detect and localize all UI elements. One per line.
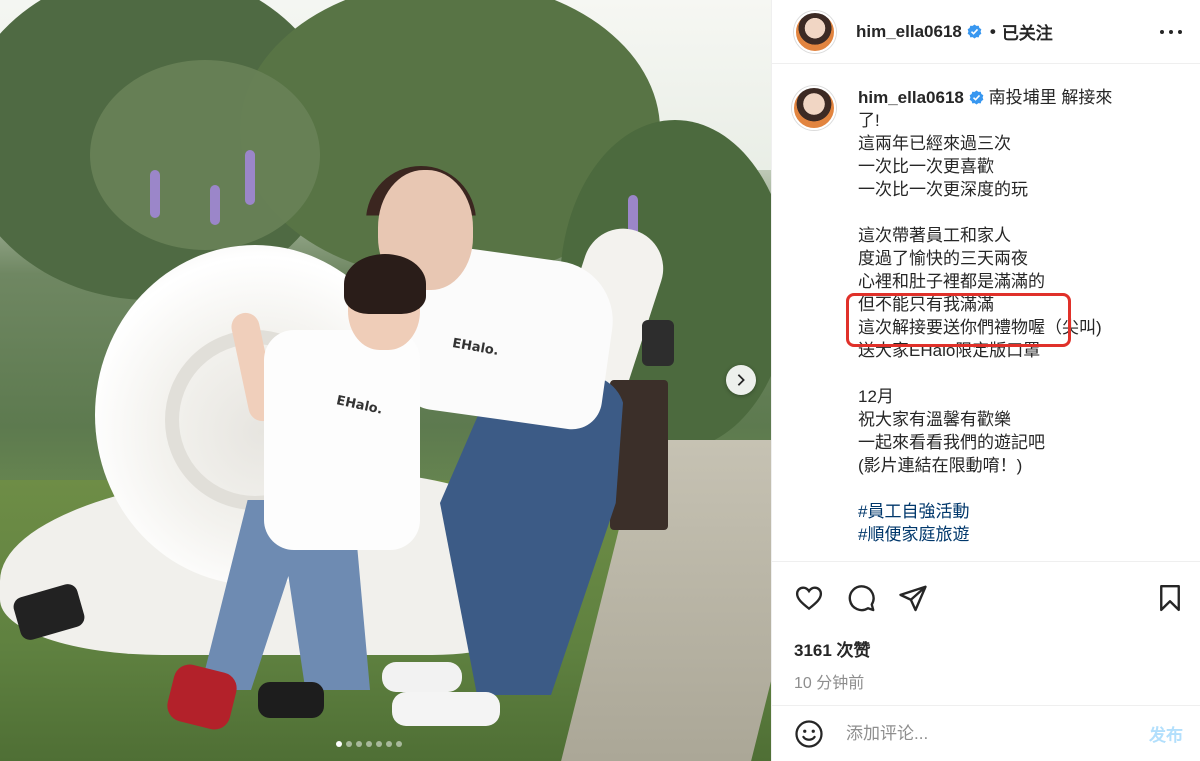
verified-badge-icon bbox=[967, 24, 982, 39]
caption-line: 了! bbox=[858, 111, 880, 130]
hashtag-link[interactable]: #順便家庭旅遊 bbox=[858, 523, 1158, 546]
carousel-indicator bbox=[336, 741, 402, 747]
carousel-dot bbox=[396, 741, 402, 747]
carousel-dot bbox=[356, 741, 362, 747]
verified-badge-icon bbox=[969, 90, 984, 105]
carousel-dot bbox=[386, 741, 392, 747]
avatar[interactable] bbox=[792, 86, 836, 130]
comment-icon[interactable] bbox=[846, 583, 876, 613]
kid-shoe bbox=[258, 682, 324, 718]
heart-icon[interactable] bbox=[794, 583, 824, 613]
hashtag-link[interactable]: #員工自強活動 bbox=[858, 500, 1158, 523]
caption-area: him_ella0618 南投埔里 解接來 了! 這兩年已經來過三次 一次比一次… bbox=[772, 64, 1200, 561]
caption-line: 一次比一次更深度的玩 bbox=[858, 180, 1028, 199]
separator-dot: • bbox=[989, 21, 996, 41]
highlight-annotation-box bbox=[846, 293, 1071, 347]
post-comment-button[interactable]: 发布 bbox=[1149, 721, 1183, 746]
wisteria-flower bbox=[245, 150, 255, 205]
kid-hair bbox=[344, 254, 426, 314]
wisteria-flower bbox=[150, 170, 160, 218]
carousel-dot bbox=[366, 741, 372, 747]
woman-shoe bbox=[392, 692, 500, 726]
header-username[interactable]: him_ella0618 bbox=[856, 22, 962, 42]
caption-line bbox=[858, 477, 1158, 500]
caption-line: 一次比一次更喜歡 bbox=[858, 157, 994, 176]
caption-line: 心裡和肚子裡都是滿滿的 bbox=[858, 272, 1045, 291]
like-count[interactable]: 3161 次赞 bbox=[772, 614, 1200, 661]
post-photo[interactable]: EHalo. EHalo. bbox=[0, 0, 771, 761]
carousel-next-button[interactable] bbox=[726, 365, 756, 395]
carousel-dot bbox=[336, 741, 342, 747]
bookmark-icon[interactable] bbox=[1155, 583, 1185, 613]
caption-username[interactable]: him_ella0618 bbox=[858, 88, 964, 107]
caption-line: 祝大家有溫馨有歡樂 bbox=[858, 410, 1011, 429]
follow-status-button[interactable]: 已关注 bbox=[1002, 19, 1053, 44]
caption-line bbox=[858, 201, 1158, 224]
comment-bar: 发布 bbox=[772, 705, 1200, 761]
emoji-icon[interactable] bbox=[794, 719, 824, 749]
caption-line: 一起來看看我們的遊記吧 bbox=[858, 433, 1045, 452]
woman-shoe bbox=[382, 662, 462, 692]
avatar[interactable] bbox=[794, 10, 836, 53]
lamp-head bbox=[642, 320, 674, 366]
wisteria-flower bbox=[210, 185, 220, 225]
caption-line: (影片連結在限動唷！) bbox=[858, 456, 1023, 475]
caption-first-line: 南投埔里 解接來 bbox=[988, 88, 1113, 107]
action-icon-row bbox=[772, 562, 1200, 614]
carousel-dot bbox=[376, 741, 382, 747]
more-options-icon[interactable] bbox=[1158, 22, 1184, 42]
carousel-dot bbox=[346, 741, 352, 747]
caption-line bbox=[858, 362, 1158, 385]
post-side-panel: him_ella0618 • 已关注 him_ella0618 南投埔里 解接來… bbox=[771, 0, 1200, 761]
tree bbox=[90, 60, 320, 250]
caption-line: 度過了愉快的三天兩夜 bbox=[858, 249, 1028, 268]
caption-line: 12月 bbox=[858, 387, 894, 406]
kid-shirt bbox=[264, 330, 420, 550]
chevron-right-icon bbox=[737, 374, 745, 386]
caption-line: 這兩年已經來過三次 bbox=[858, 134, 1011, 153]
post-actions: 3161 次赞 10 分钟前 发布 bbox=[772, 561, 1200, 761]
comment-input[interactable] bbox=[846, 723, 1116, 744]
post-timestamp[interactable]: 10 分钟前 bbox=[772, 661, 1200, 693]
caption-line: 這次帶著員工和家人 bbox=[858, 226, 1011, 245]
post-header: him_ella0618 • 已关注 bbox=[772, 0, 1200, 64]
share-icon[interactable] bbox=[898, 583, 928, 613]
